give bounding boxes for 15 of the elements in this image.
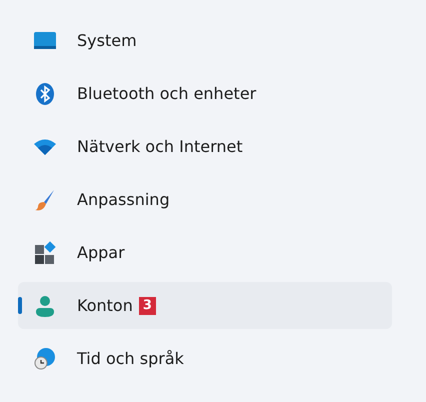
sidebar-item[interactable]: Anpassning [18,176,392,223]
item-label: Anpassning [77,190,170,209]
sidebar-item[interactable]: Konton 3 [18,282,392,329]
sidebar-item[interactable]: Bluetooth och enheter [18,70,392,117]
number-badge: 3 [138,296,156,314]
sidebar-item[interactable]: Tid och språk [18,335,392,382]
item-label: Konton [77,296,133,315]
item-label: Bluetooth och enheter [77,84,256,103]
item-label: Nätverk och Internet [77,137,243,156]
sidebar-item[interactable]: Appar [18,229,392,276]
item-label: Appar [77,243,125,262]
item-label: System [77,31,137,50]
sidebar-item[interactable]: Nätverk och Internet [18,123,392,170]
item-label: Tid och språk [77,349,184,368]
sidebar-item[interactable]: System [18,17,392,64]
